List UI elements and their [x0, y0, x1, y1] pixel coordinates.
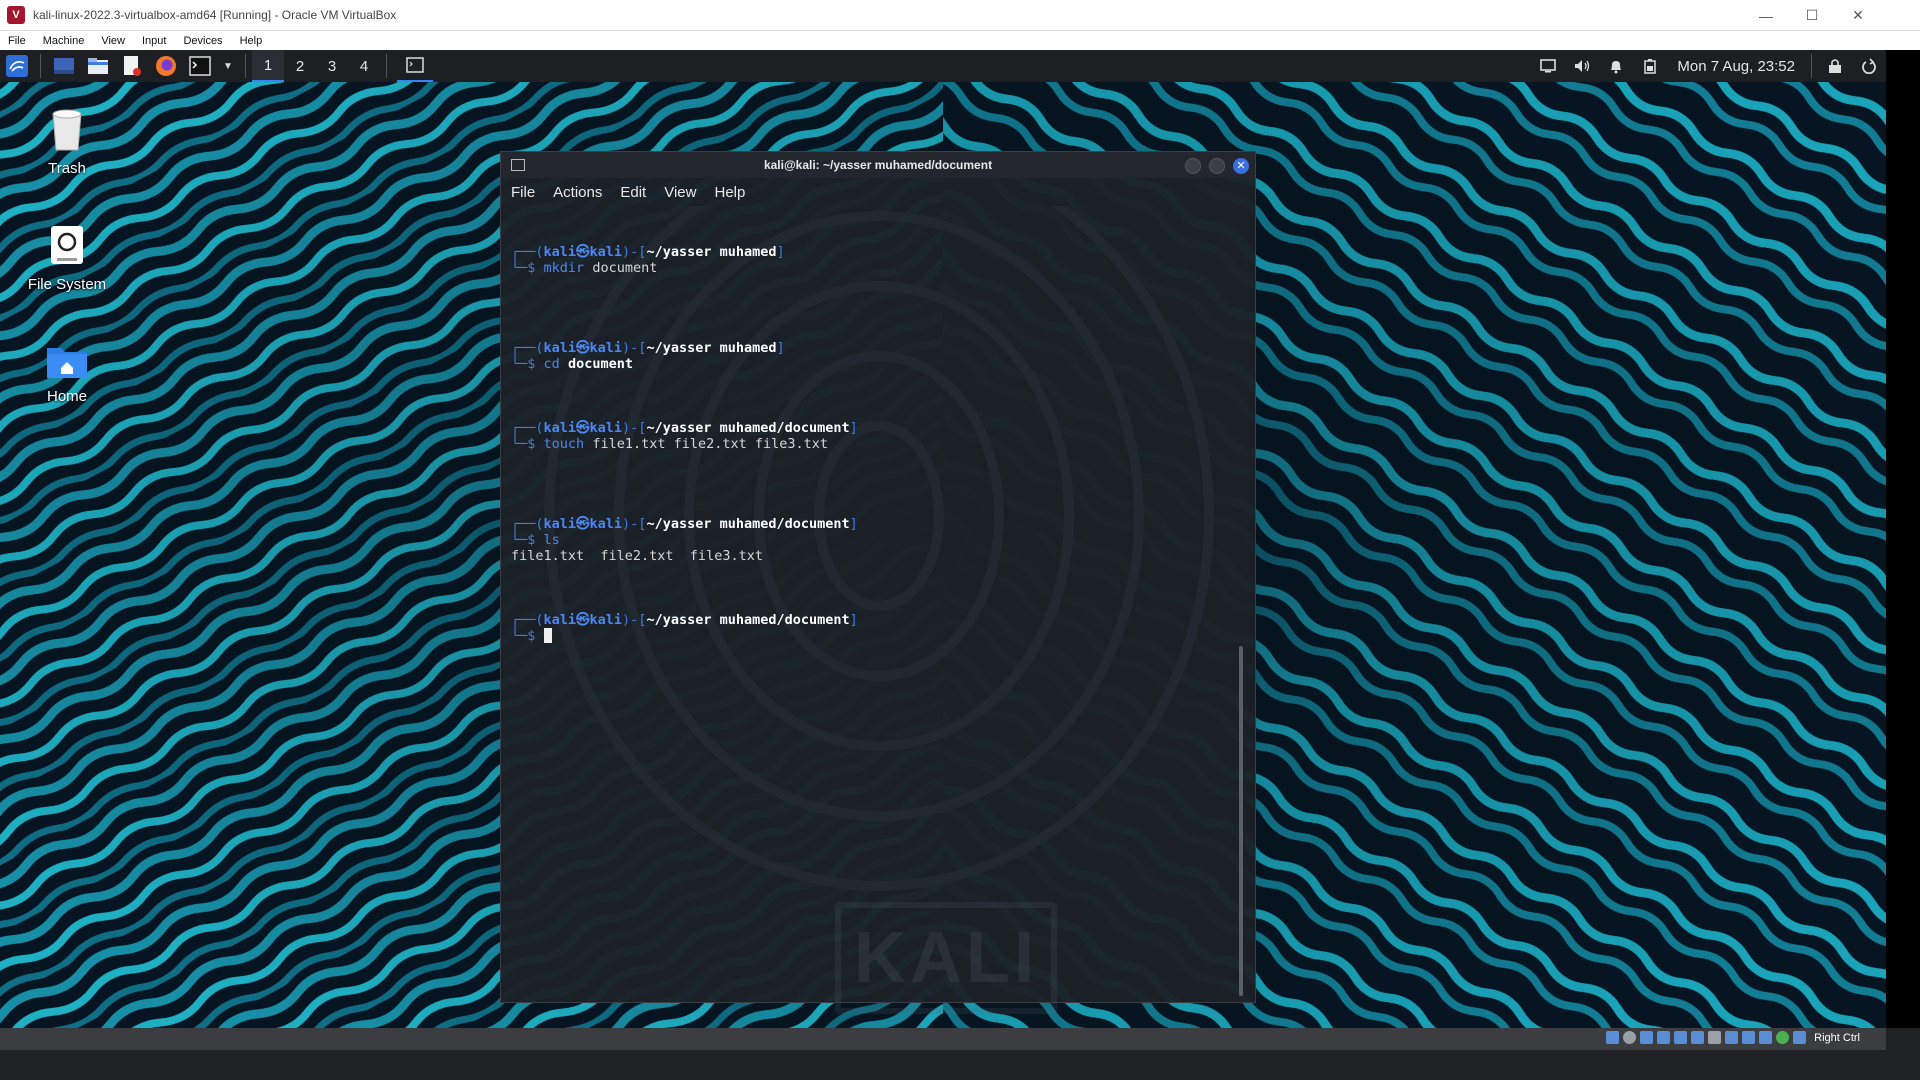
command-args: file1.txt file2.txt file3.txt — [592, 436, 829, 452]
terminal-scrollbar[interactable] — [1239, 646, 1243, 996]
minimize-icon[interactable]: — — [1743, 0, 1789, 31]
display-status-icon[interactable] — [1708, 1031, 1722, 1044]
command-output: file1.txt file2.txt file3.txt — [511, 548, 763, 564]
desktop-icon-trash[interactable]: Trash — [12, 106, 122, 177]
workspace-3[interactable]: 3 — [316, 50, 348, 82]
host-title-bar: V kali-linux-2022.3-virtualbox-amd64 [Ru… — [0, 0, 1920, 31]
panel-clock[interactable]: Mon 7 Aug, 23:52 — [1667, 58, 1805, 75]
recording-icon[interactable] — [1725, 1031, 1739, 1044]
prompt-cwd: ~/yasser muhamed — [646, 244, 777, 260]
terminal-output[interactable]: ┌──(kali㉿kali)-[~/yasser muhamed] └─$ mkd… — [511, 212, 1241, 996]
terminal-window-icon[interactable] — [397, 50, 433, 82]
usb-icon[interactable] — [1674, 1031, 1688, 1044]
command-args: document — [592, 260, 658, 276]
terminal-menu-bar: File Actions Edit View Help — [501, 178, 1255, 206]
lock-icon[interactable] — [1818, 50, 1852, 82]
guest-additions-icon[interactable] — [1776, 1031, 1790, 1044]
command-block: ┌──(kali㉿kali)-[~/yasser muhamed/documen… — [511, 420, 858, 452]
prompt-cwd: ~/yasser muhamed/document — [646, 516, 850, 532]
audio-icon[interactable] — [1640, 1031, 1654, 1044]
terminal-menu-view[interactable]: View — [664, 184, 696, 201]
host-menu-input[interactable]: Input — [134, 35, 175, 47]
host-status-strip — [0, 1028, 1886, 1050]
panel-separator — [245, 54, 246, 78]
workspace-1[interactable]: 1 — [252, 50, 284, 82]
virtualbox-logo-icon: V — [7, 6, 25, 24]
host-menu-file[interactable]: File — [0, 35, 35, 47]
desktop-icon-label: Home — [46, 388, 87, 405]
workspace-4[interactable]: 4 — [348, 50, 380, 82]
drive-icon — [12, 222, 122, 272]
host-status-bar: Right Ctrl — [0, 1028, 1920, 1080]
host-menu-bar: File Machine View Input Devices Help — [0, 31, 1920, 50]
command-name: mkdir — [543, 260, 585, 276]
command-args: document — [567, 356, 633, 372]
maximize-icon[interactable]: ☐ — [1789, 0, 1835, 31]
panel-separator — [40, 54, 41, 78]
terminal-window[interactable]: kali@kali: ~/yasser muhamed/document ✕ F… — [500, 151, 1256, 1014]
command-name: ls — [543, 532, 560, 548]
optical-drive-icon[interactable] — [1623, 1031, 1637, 1044]
display-icon[interactable] — [1531, 50, 1565, 82]
command-block: ┌──(kali㉿kali)-[~/yasser muhamed] └─$ mkd… — [511, 244, 785, 276]
desktop-icon-home[interactable]: Home — [12, 340, 122, 405]
dropdown-icon[interactable]: ▼ — [221, 53, 235, 79]
home-folder-icon — [12, 340, 122, 384]
kali-menu-icon[interactable] — [4, 53, 30, 79]
command-name: cd — [543, 356, 560, 372]
firefox-icon[interactable] — [153, 53, 179, 79]
trash-icon — [12, 106, 122, 156]
command-block: ┌──(kali㉿kali)-[~/yasser muhamed] └─$ cd … — [511, 340, 785, 372]
terminal-title-bar[interactable]: kali@kali: ~/yasser muhamed/document ✕ — [501, 152, 1255, 178]
terminal-menu-edit[interactable]: Edit — [620, 184, 646, 201]
volume-icon[interactable] — [1565, 50, 1599, 82]
host-menu-view[interactable]: View — [93, 35, 134, 47]
command-block: ┌──(kali㉿kali)-[~/yasser muhamed/documen… — [511, 516, 1241, 564]
system-tray: Mon 7 Aug, 23:52 — [1531, 50, 1886, 82]
terminal-icon[interactable] — [187, 53, 213, 79]
terminal-minimize-button[interactable] — [1185, 158, 1201, 174]
terminal-menu-file[interactable]: File — [511, 184, 535, 201]
vm-status-icons: Right Ctrl — [1606, 1031, 1860, 1044]
panel-separator — [386, 54, 387, 78]
cpu-icon[interactable] — [1742, 1031, 1756, 1044]
active-prompt[interactable]: ┌──(kali㉿kali)-[~/yasser muhamed/documen… — [511, 612, 1241, 644]
top-panel: ▼ 1 2 3 4 Mon 7 Aug, 23:52 — [0, 50, 1886, 82]
kali-watermark: KALI — [835, 902, 1057, 1014]
host-menu-machine[interactable]: Machine — [35, 35, 94, 47]
power-icon[interactable] — [1852, 50, 1886, 82]
hard-disk-icon[interactable] — [1606, 1031, 1620, 1044]
desktop-icon-label: Trash — [48, 160, 86, 177]
network-icon[interactable] — [1657, 1031, 1671, 1044]
terminal-maximize-button[interactable] — [1209, 158, 1225, 174]
host-window-title: kali-linux-2022.3-virtualbox-amd64 [Runn… — [33, 8, 397, 22]
close-icon[interactable]: ✕ — [1835, 0, 1881, 31]
host-key-label: Right Ctrl — [1814, 1031, 1860, 1044]
desktop-icon-file-system[interactable]: File System — [12, 222, 122, 293]
battery-icon[interactable] — [1633, 50, 1667, 82]
host-menu-help[interactable]: Help — [232, 35, 272, 47]
text-editor-icon[interactable] — [119, 53, 145, 79]
notification-bell-icon[interactable] — [1599, 50, 1633, 82]
file-manager-icon[interactable] — [85, 53, 111, 79]
mouse-integration-icon[interactable] — [1759, 1031, 1773, 1044]
desktop-icon-label: File System — [27, 276, 107, 293]
text-cursor — [543, 628, 552, 643]
show-desktop-icon[interactable] — [51, 53, 77, 79]
host-window-edge — [1886, 50, 1920, 1028]
prompt-cwd: ~/yasser muhamed/document — [646, 612, 850, 628]
command-name: touch — [543, 436, 585, 452]
shared-folders-icon[interactable] — [1691, 1031, 1705, 1044]
terminal-close-button[interactable]: ✕ — [1233, 158, 1249, 174]
host-menu-devices[interactable]: Devices — [175, 35, 231, 47]
guest-screen: ▼ 1 2 3 4 Mon 7 Aug, 23:52 Trash File Sy… — [0, 50, 1886, 1028]
prompt-cwd: ~/yasser muhamed/document — [646, 420, 850, 436]
workspace-2[interactable]: 2 — [284, 50, 316, 82]
terminal-menu-help[interactable]: Help — [714, 184, 745, 201]
terminal-menu-actions[interactable]: Actions — [553, 184, 602, 201]
prompt-cwd: ~/yasser muhamed — [646, 340, 777, 356]
panel-separator — [1811, 54, 1812, 78]
keyboard-capture-icon[interactable] — [1793, 1031, 1807, 1044]
terminal-title: kali@kali: ~/yasser muhamed/document — [763, 158, 993, 172]
